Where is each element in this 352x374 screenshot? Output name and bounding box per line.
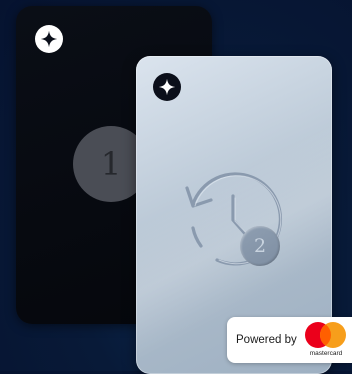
powered-by-label: Powered by <box>236 334 297 346</box>
four-point-star-icon <box>158 78 176 96</box>
card-logo-badge <box>153 73 181 101</box>
card-logo-badge <box>35 25 63 53</box>
mastercard-wordmark: mastercard <box>309 350 343 357</box>
step-number-badge: 2 <box>240 226 280 266</box>
step-number: 1 <box>100 145 122 183</box>
four-point-star-icon <box>40 30 58 48</box>
step-number: 2 <box>253 235 267 257</box>
powered-by-mastercard: Powered by mastercard <box>227 317 352 363</box>
